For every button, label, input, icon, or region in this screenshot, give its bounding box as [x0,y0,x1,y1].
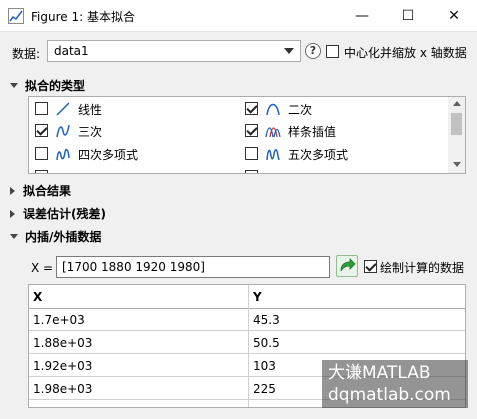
evaluate-button[interactable] [336,255,358,277]
section-interp-label: 内插/外插数据 [25,230,102,244]
column-divider [248,285,249,407]
fit-checkbox[interactable] [245,124,258,137]
cell-x: 1.7e+03 [33,313,85,327]
section-error-estimate[interactable]: 误差估计(残差) [10,205,106,222]
expand-triangle-icon [10,209,15,218]
linear-fit-icon [56,102,70,116]
chevron-down-icon [284,48,294,54]
section-fit-types-label: 拟合的类型 [25,79,86,93]
cell-y: 225 [253,382,276,396]
x-input-value: [1700 1880 1920 1980] [62,260,205,274]
center-scale-label: 中心化并缩放 x 轴数据 [344,46,467,60]
fit-label: 五次多项式 [288,148,349,162]
fit-label: 样条插值 [288,125,337,139]
column-header-y: Y [253,290,262,304]
table-row[interactable]: 1.88e+03 50.5 [29,332,465,354]
quartic-fit-icon [56,148,70,161]
cell-y: 45.3 [253,313,280,327]
expand-triangle-icon [10,186,15,195]
cell-x: 1.98e+03 [33,382,93,396]
fit-list-scrollbar[interactable] [448,97,465,173]
table-header: X Y [29,285,465,309]
quadratic-fit-icon [266,103,280,116]
close-button[interactable]: ✕ [431,0,477,32]
fit-checkbox [35,170,48,173]
cubic-fit-icon [56,124,70,138]
data-select[interactable]: data1 [47,40,301,62]
scroll-up-icon[interactable] [453,101,461,106]
section-fit-types[interactable]: 拟合的类型 [10,77,85,94]
fit-label: 二次 [288,103,313,117]
data-label: 数据: [12,47,41,61]
watermark: 大谦MATLAB dqmatlab.com [322,360,468,408]
fit-checkbox[interactable] [245,147,258,160]
cell-y: 103 [253,359,276,373]
center-scale-checkbox[interactable] [326,45,339,58]
collapse-triangle-icon [10,83,18,88]
section-fit-results[interactable]: 拟合结果 [10,182,71,199]
scroll-down-icon[interactable] [453,162,461,167]
fit-checkbox [245,170,258,173]
evaluate-arrow-icon [340,258,356,272]
fit-checkbox[interactable] [35,124,48,137]
cell-x: 1.92e+03 [33,359,93,373]
section-interp[interactable]: 内插/外插数据 [10,228,101,245]
x-input[interactable]: [1700 1880 1920 1980] [56,256,330,278]
table-row[interactable]: 1.7e+03 45.3 [29,309,465,331]
quintic-fit-icon [266,149,280,161]
matlab-figure-icon [8,8,24,24]
scroll-thumb[interactable] [451,113,462,135]
window-title: Figure 1: 基本拟合 [31,10,135,24]
spline-fit-icon [265,127,281,138]
minimize-button[interactable]: — [339,0,385,32]
column-header-x: X [33,290,43,304]
title-bar: Figure 1: 基本拟合 — ☐ ✕ [0,0,477,32]
x-label: X = [31,261,54,275]
cell-x: 1.88e+03 [33,336,93,350]
fit-label: 四次多项式 [78,148,139,162]
maximize-button[interactable]: ☐ [385,0,431,32]
data-select-value: data1 [54,44,89,58]
plot-computed-checkbox[interactable] [364,260,377,273]
plot-computed-label: 绘制计算的数据 [380,261,465,275]
section-error-estimate-label: 误差估计(残差) [23,207,106,221]
fit-types-list: 线性 三次 四次多项式 二次 样条插值 五次多项式 [28,96,466,174]
fit-label: 三次 [78,125,103,139]
help-icon[interactable]: ? [305,43,321,59]
fit-label: 线性 [78,103,103,117]
fit-checkbox[interactable] [245,102,258,115]
collapse-triangle-icon [10,234,18,239]
watermark-line1: 大谦MATLAB [328,363,431,383]
section-fit-results-label: 拟合结果 [23,184,72,198]
cell-y: 50.5 [253,336,280,350]
fit-checkbox[interactable] [35,102,48,115]
watermark-line2: dqmatlab.com [328,385,451,405]
fit-checkbox[interactable] [35,147,48,160]
